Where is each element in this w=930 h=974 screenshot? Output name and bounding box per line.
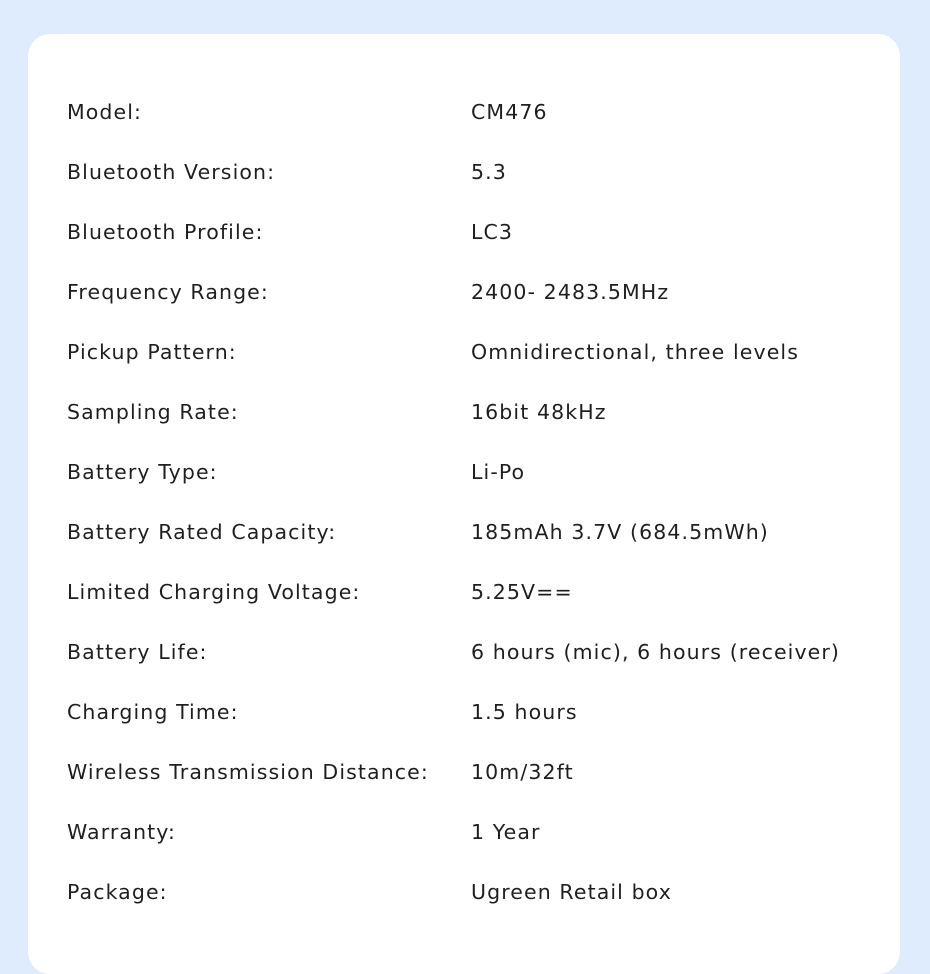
spec-label: Package: [67,880,168,904]
spec-value: Ugreen Retail box [471,880,672,904]
spec-label: Pickup Pattern: [67,340,237,364]
spec-row-charging-voltage: Limited Charging Voltage: 5.25V== [67,562,897,622]
spec-label: Bluetooth Profile: [67,220,264,244]
spec-row-battery-life: Battery Life: 6 hours (mic), 6 hours (re… [67,622,897,682]
spec-value: CM476 [471,100,548,124]
spec-value: Li-Po [471,460,526,484]
spec-label: Battery Type: [67,460,218,484]
spec-label: Frequency Range: [67,280,269,304]
spec-row-frequency-range: Frequency Range: 2400- 2483.5MHz [67,262,897,322]
spec-table: Model: CM476 Bluetooth Version: 5.3 Blue… [67,82,897,922]
spec-row-transmission-distance: Wireless Transmission Distance: 10m/32ft [67,742,897,802]
spec-label: Bluetooth Version: [67,160,276,184]
spec-value: 5.25V== [471,580,573,604]
spec-label: Model: [67,100,143,124]
spec-value: 1.5 hours [471,700,578,724]
spec-row-package: Package: Ugreen Retail box [67,862,897,922]
spec-row-charging-time: Charging Time: 1.5 hours [67,682,897,742]
spec-row-warranty: Warranty: 1 Year [67,802,897,862]
spec-label: Sampling Rate: [67,400,239,424]
spec-card: Model: CM476 Bluetooth Version: 5.3 Blue… [28,34,900,974]
spec-label: Warranty: [67,820,177,844]
spec-row-model: Model: CM476 [67,82,897,142]
spec-value: 6 hours (mic), 6 hours (receiver) [471,640,841,664]
spec-label: Battery Life: [67,640,208,664]
spec-value: 1 Year [471,820,541,844]
spec-label: Limited Charging Voltage: [67,580,361,604]
spec-value: 10m/32ft [471,760,574,784]
spec-label: Battery Rated Capacity: [67,520,337,544]
spec-value: 185mAh 3.7V (684.5mWh) [471,520,769,544]
spec-row-bluetooth-version: Bluetooth Version: 5.3 [67,142,897,202]
spec-row-battery-capacity: Battery Rated Capacity: 185mAh 3.7V (684… [67,502,897,562]
spec-row-battery-type: Battery Type: Li-Po [67,442,897,502]
spec-value: LC3 [471,220,514,244]
spec-row-bluetooth-profile: Bluetooth Profile: LC3 [67,202,897,262]
spec-row-sampling-rate: Sampling Rate: 16bit 48kHz [67,382,897,442]
spec-value: 2400- 2483.5MHz [471,280,670,304]
spec-value: 5.3 [471,160,507,184]
spec-row-pickup-pattern: Pickup Pattern: Omnidirectional, three l… [67,322,897,382]
spec-label: Wireless Transmission Distance: [67,760,429,784]
spec-value: Omnidirectional, three levels [471,340,799,364]
spec-label: Charging Time: [67,700,239,724]
spec-value: 16bit 48kHz [471,400,607,424]
